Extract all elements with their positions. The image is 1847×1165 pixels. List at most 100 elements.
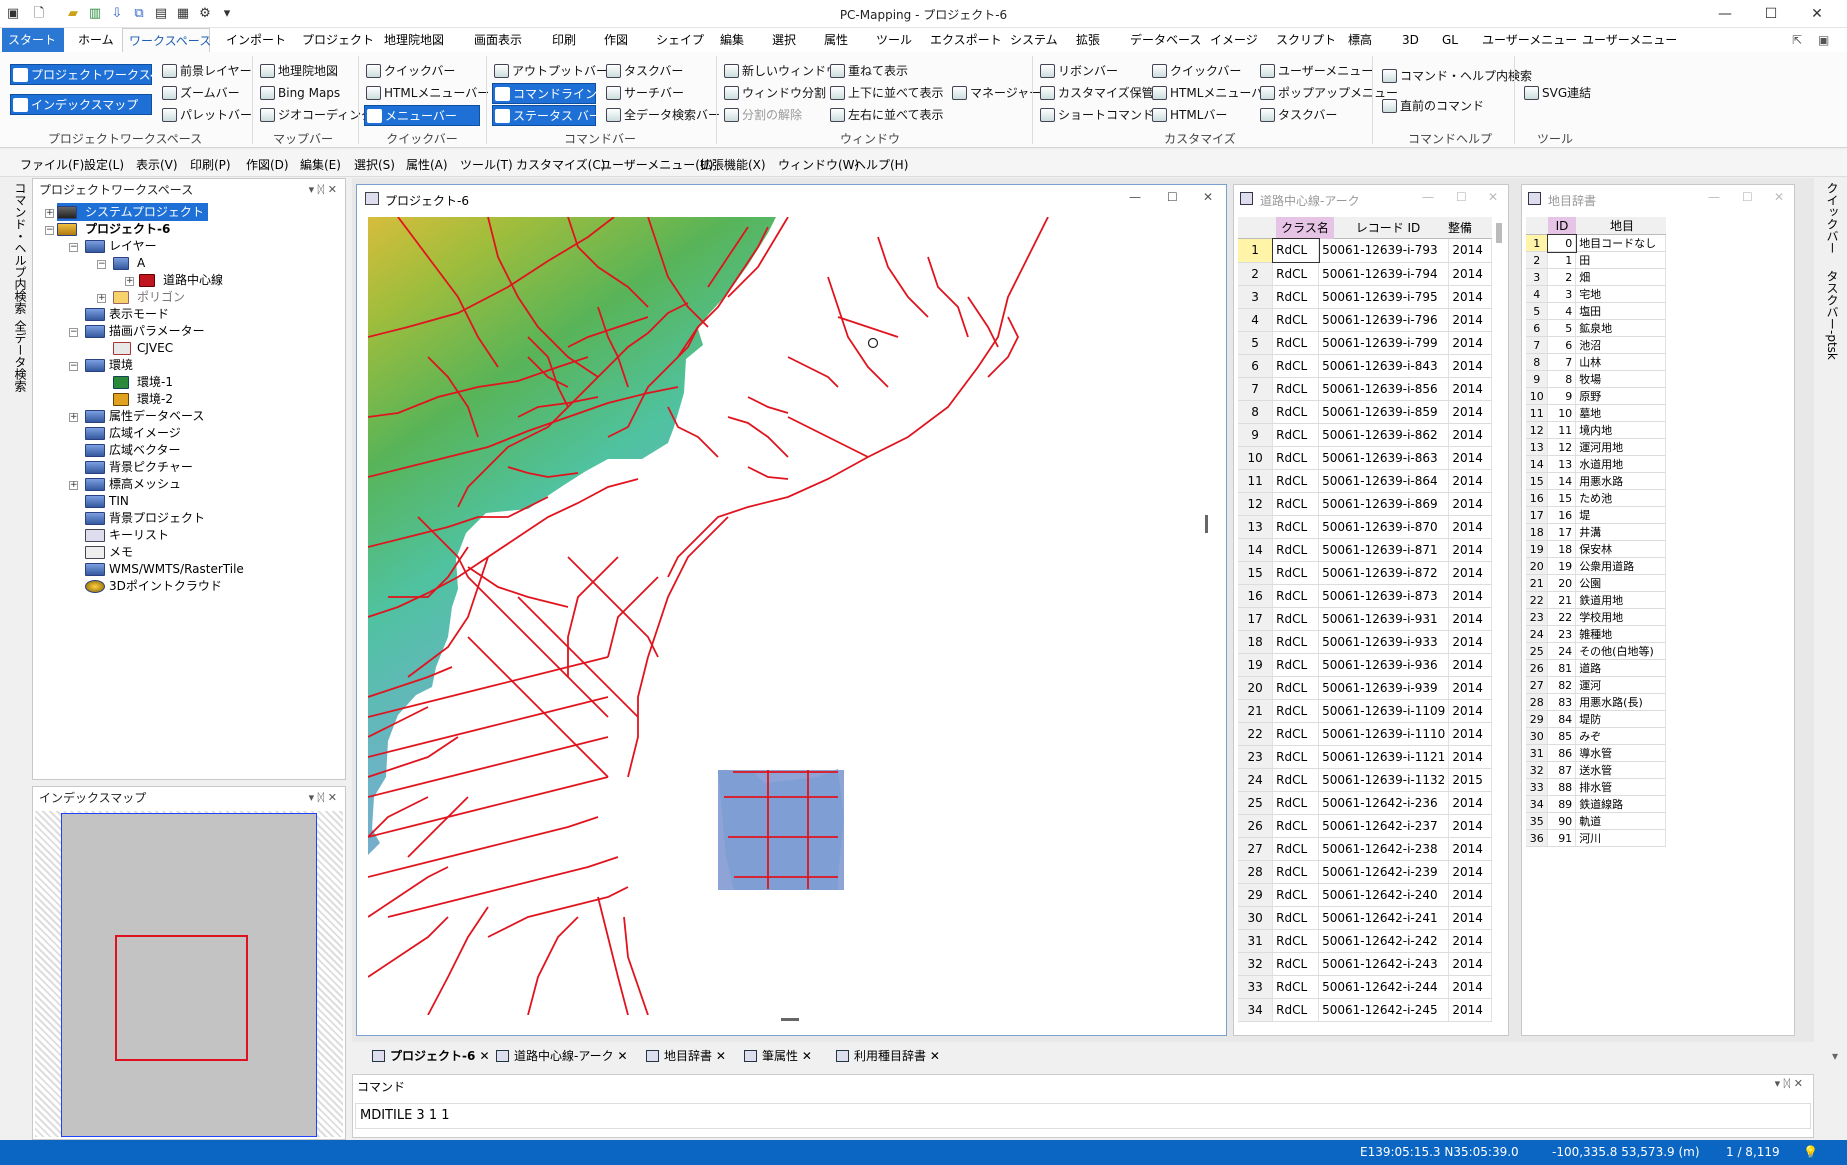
lightbulb-icon[interactable]: 💡 <box>1803 1145 1818 1159</box>
maximize-button[interactable]: ☐ <box>1748 0 1794 28</box>
tab-tool[interactable]: ツール <box>870 28 918 52</box>
table-row[interactable]: 17 RdCL 50061-12639-i-931 2014 <box>1238 607 1492 631</box>
table-row[interactable]: 23 RdCL 50061-12639-i-1121 2014 <box>1238 745 1492 769</box>
map-window-close[interactable]: ✕ <box>1203 190 1213 204</box>
class-name-cell[interactable]: RdCL <box>1272 791 1320 815</box>
row-number[interactable]: 2 <box>1526 251 1549 269</box>
doc-tab-road-arc[interactable]: 道路中心線-アーク ✕ <box>492 1045 628 1067</box>
class-name-cell[interactable]: RdCL <box>1272 860 1320 884</box>
row-number[interactable]: 6 <box>1526 319 1549 337</box>
tab-user-menu-2[interactable]: ユーザーメニュー <box>1576 28 1683 52</box>
col-id[interactable]: ID <box>1548 217 1576 235</box>
table-row[interactable]: 21田 <box>1526 251 1666 269</box>
table-row[interactable]: 23 22 学校用地 <box>1526 608 1666 626</box>
chimoku-cell[interactable]: 墓地 <box>1575 404 1666 422</box>
id-cell[interactable]: 89 <box>1547 795 1577 813</box>
maintenance-cell[interactable]: 2014 <box>1448 630 1492 654</box>
class-name-cell[interactable]: RdCL <box>1272 492 1320 516</box>
record-id-cell[interactable]: 50061-12639-i-873 <box>1318 584 1450 608</box>
id-cell[interactable]: 6 <box>1547 336 1577 354</box>
tab-start[interactable]: スタート <box>2 28 64 52</box>
record-id-cell[interactable]: 50061-12639-i-1109 <box>1318 699 1450 723</box>
expand-icon[interactable]: + <box>69 413 78 422</box>
ribbon-pin-icon[interactable]: ⇱ <box>1786 28 1808 52</box>
id-cell[interactable]: 13 <box>1547 455 1577 473</box>
class-name-cell[interactable]: RdCL <box>1272 354 1320 378</box>
menu-file[interactable]: ファイル(F) <box>20 156 84 173</box>
tree-road-centerline[interactable]: 道路中心線 <box>139 271 223 289</box>
table-row[interactable]: 16 RdCL 50061-12639-i-873 2014 <box>1238 584 1492 608</box>
table-row[interactable]: 4 RdCL 50061-12639-i-796 2014 <box>1238 308 1492 332</box>
table-row[interactable]: 8 7 山林 <box>1526 353 1666 371</box>
command-line-bar-button[interactable]: コマンドラインバー <box>492 83 621 104</box>
id-cell[interactable]: 22 <box>1547 608 1577 626</box>
class-name-cell[interactable]: RdCL <box>1272 607 1320 631</box>
row-number[interactable]: 8 <box>1238 400 1274 424</box>
table-row[interactable]: 4 3 宅地 <box>1526 285 1666 303</box>
table-row[interactable]: 10 9 原野 <box>1526 387 1666 405</box>
maintenance-cell[interactable]: 2014 <box>1448 262 1492 286</box>
chimoku-cell[interactable]: 宅地 <box>1575 285 1666 303</box>
chimoku-cell[interactable]: 雑種地 <box>1575 625 1666 643</box>
id-cell[interactable]: 9 <box>1547 387 1577 405</box>
row-number[interactable]: 12 <box>1526 421 1549 439</box>
map-window-min[interactable]: — <box>1129 190 1141 204</box>
index-map-controls[interactable]: ▾ ᛞ ✕ <box>309 787 337 809</box>
row-number[interactable]: 7 <box>1526 336 1549 354</box>
tab-draw[interactable]: 作図 <box>598 28 634 52</box>
row-number[interactable]: 24 <box>1526 625 1549 643</box>
map-canvas[interactable] <box>368 217 1213 1015</box>
command-controls[interactable]: ▾ ᛞ ✕ <box>1775 1077 1803 1090</box>
geocoding-button[interactable]: ジオコーディング <box>258 105 373 126</box>
quickbar-button[interactable]: クイックバー <box>364 61 480 82</box>
chimoku-cell[interactable]: 公衆用道路 <box>1575 557 1666 575</box>
table-row[interactable]: 7 6 池沼 <box>1526 336 1666 354</box>
ribbon-bar-button[interactable]: リボンバー <box>1038 61 1118 82</box>
record-id-cell[interactable]: 50061-12639-i-794 <box>1318 262 1450 286</box>
row-number[interactable]: 28 <box>1238 860 1274 884</box>
row-number[interactable]: 27 <box>1238 837 1274 861</box>
class-name-cell[interactable]: RdCL <box>1272 561 1320 585</box>
chimoku-cell[interactable]: 境内地 <box>1575 421 1666 439</box>
row-number[interactable]: 19 <box>1526 540 1549 558</box>
row-number[interactable]: 9 <box>1238 423 1274 447</box>
class-name-cell[interactable]: RdCL <box>1272 745 1320 769</box>
col-record-id[interactable]: レコード ID <box>1336 217 1440 239</box>
record-id-cell[interactable]: 50061-12642-i-243 <box>1318 952 1450 976</box>
class-name-cell[interactable]: RdCL <box>1272 837 1320 861</box>
tree-elevation-mesh[interactable]: 標高メッシュ <box>85 475 181 493</box>
class-name-cell[interactable]: RdCL <box>1272 423 1320 447</box>
maintenance-cell[interactable]: 2014 <box>1448 423 1492 447</box>
record-id-cell[interactable]: 50061-12639-i-796 <box>1318 308 1450 332</box>
tree-project-6[interactable]: プロジェクト-6 <box>57 220 170 238</box>
chimoku-max[interactable]: ☐ <box>1742 190 1753 204</box>
table-row[interactable]: 22 21 鉄道用地 <box>1526 591 1666 609</box>
maintenance-cell[interactable]: 2014 <box>1448 377 1492 401</box>
id-cell[interactable]: 11 <box>1547 421 1577 439</box>
class-name-cell[interactable]: RdCL <box>1272 676 1320 700</box>
output-bar-button[interactable]: アウトプットバー <box>492 61 608 82</box>
tab-attribute[interactable]: 属性 <box>818 28 854 52</box>
row-number[interactable]: 4 <box>1526 285 1549 303</box>
map-window-max[interactable]: ☐ <box>1167 190 1178 204</box>
task-bar-button[interactable]: タスクバー <box>604 61 683 82</box>
table-row[interactable]: 27 RdCL 50061-12642-i-238 2014 <box>1238 837 1492 861</box>
chimoku-cell[interactable]: 水道用地 <box>1575 455 1666 473</box>
row-number[interactable]: 26 <box>1238 814 1274 838</box>
tree-wide-image[interactable]: 広域イメージ <box>85 424 181 442</box>
map-vertical-splitter[interactable] <box>1205 515 1208 533</box>
search-bar-button[interactable]: サーチバー <box>604 83 684 104</box>
table-row[interactable]: 2 RdCL 50061-12639-i-794 2014 <box>1238 262 1492 286</box>
id-cell[interactable]: 3 <box>1547 285 1577 303</box>
tree-attribute-db[interactable]: 属性データベース <box>85 407 204 425</box>
record-id-cell[interactable]: 50061-12639-i-933 <box>1318 630 1450 654</box>
table-row[interactable]: 33 RdCL 50061-12642-i-244 2014 <box>1238 975 1492 999</box>
record-id-cell[interactable]: 50061-12642-i-242 <box>1318 929 1450 953</box>
maintenance-cell[interactable]: 2014 <box>1448 998 1492 1022</box>
maintenance-cell[interactable]: 2014 <box>1448 285 1492 309</box>
zoom-bar-button[interactable]: ズームバー <box>160 83 240 104</box>
vtab-command-help[interactable]: コマンド・ヘルプ内検索 <box>12 182 29 314</box>
record-id-cell[interactable]: 50061-12639-i-931 <box>1318 607 1450 631</box>
project-workspace-button[interactable]: プロジェクトワークスペース <box>10 64 185 85</box>
chimoku-cell[interactable]: 保安林 <box>1575 540 1666 558</box>
